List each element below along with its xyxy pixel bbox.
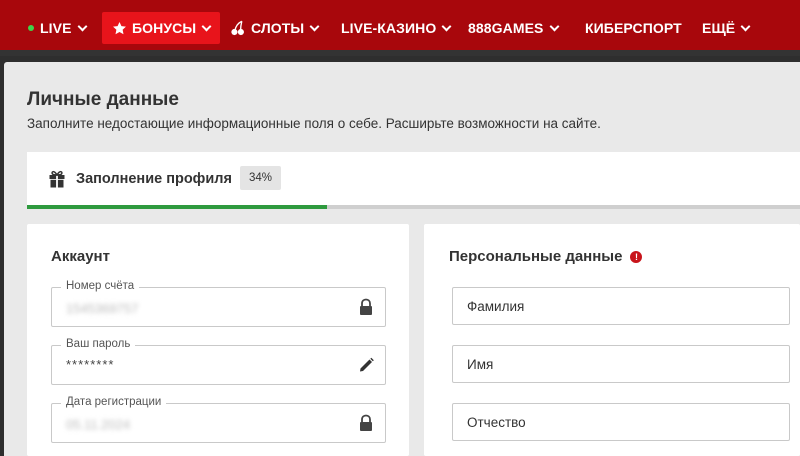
- first-name-input[interactable]: [453, 346, 789, 382]
- nav-item-esports[interactable]: КИБЕРСПОРТ: [585, 12, 682, 44]
- nav-item-label: 888GAMES: [468, 20, 544, 36]
- nav-item-label: КИБЕРСПОРТ: [585, 20, 682, 36]
- nav-item-slots[interactable]: СЛОТЫ: [230, 12, 320, 44]
- nav-item-label: LIVE: [40, 20, 72, 36]
- field-label: Номер счёта: [61, 279, 140, 293]
- patronymic-field[interactable]: [452, 403, 790, 441]
- nav-item-888games[interactable]: 888GAMES: [468, 12, 559, 44]
- chevron-down-icon: [77, 21, 87, 31]
- cherry-icon: [231, 20, 244, 36]
- patronymic-input[interactable]: [453, 404, 789, 440]
- progress-percent-badge: 34%: [240, 166, 281, 190]
- nav-item-bonuses[interactable]: БОНУСЫ: [102, 12, 221, 44]
- chevron-down-icon: [201, 21, 212, 31]
- top-navigation: LIVE БОНУСЫ СЛОТЫ LIVE-КАЗИНО 888GAMES К…: [0, 0, 800, 56]
- surname-input[interactable]: [453, 288, 789, 324]
- chevron-down-icon: [441, 21, 452, 31]
- nav-divider: [0, 50, 800, 56]
- account-number-value: 1545369757: [66, 301, 139, 316]
- nav-item-live-casino[interactable]: LIVE-КАЗИНО: [341, 12, 452, 44]
- personal-data-title-text: Персональные данные: [449, 248, 623, 265]
- chevron-down-icon: [740, 21, 751, 31]
- nav-item-label: LIVE-КАЗИНО: [341, 20, 437, 36]
- account-card: Аккаунт Номер счёта 1545369757 Ваш парол…: [27, 224, 409, 456]
- pencil-icon[interactable]: [358, 356, 374, 374]
- lock-icon: [360, 298, 372, 315]
- nav-item-live[interactable]: LIVE: [28, 12, 87, 44]
- page-title: Личные данные: [27, 89, 179, 110]
- main-content: Личные данные Заполните недостающие инфо…: [4, 62, 800, 456]
- registration-date-field[interactable]: Дата регистрации 05.11.2024: [51, 395, 386, 443]
- star-icon: [113, 21, 126, 34]
- lock-icon: [360, 414, 372, 431]
- profile-progress-fill: [27, 205, 327, 209]
- first-name-field[interactable]: [452, 345, 790, 383]
- profile-progress-card: Заполнение профиля 34%: [27, 152, 800, 209]
- page-subtitle: Заполните недостающие информационные пол…: [27, 116, 601, 131]
- nav-item-more[interactable]: ЕЩЁ: [702, 12, 751, 44]
- account-number-field[interactable]: Номер счёта 1545369757: [51, 279, 386, 327]
- live-dot-icon: [28, 25, 34, 31]
- password-value: ********: [66, 357, 115, 372]
- field-label: Ваш пароль: [61, 337, 136, 351]
- nav-item-label: СЛОТЫ: [251, 20, 305, 36]
- field-label: Дата регистрации: [61, 395, 167, 409]
- personal-data-card: Персональные данные!: [424, 224, 800, 456]
- account-title: Аккаунт: [51, 248, 110, 265]
- nav-item-label: БОНУСЫ: [132, 20, 197, 36]
- chevron-down-icon: [309, 21, 320, 31]
- exclamation-icon: !: [630, 251, 643, 263]
- registration-date-value: 05.11.2024: [66, 417, 131, 432]
- surname-field[interactable]: [452, 287, 790, 325]
- profile-progress-label: Заполнение профиля: [76, 171, 232, 187]
- chevron-down-icon: [549, 21, 559, 31]
- personal-data-title: Персональные данные!: [449, 248, 643, 265]
- password-field[interactable]: Ваш пароль ********: [51, 337, 386, 385]
- nav-item-label: ЕЩЁ: [702, 20, 736, 36]
- gift-icon: [49, 170, 65, 188]
- profile-progress-bar: [27, 205, 800, 209]
